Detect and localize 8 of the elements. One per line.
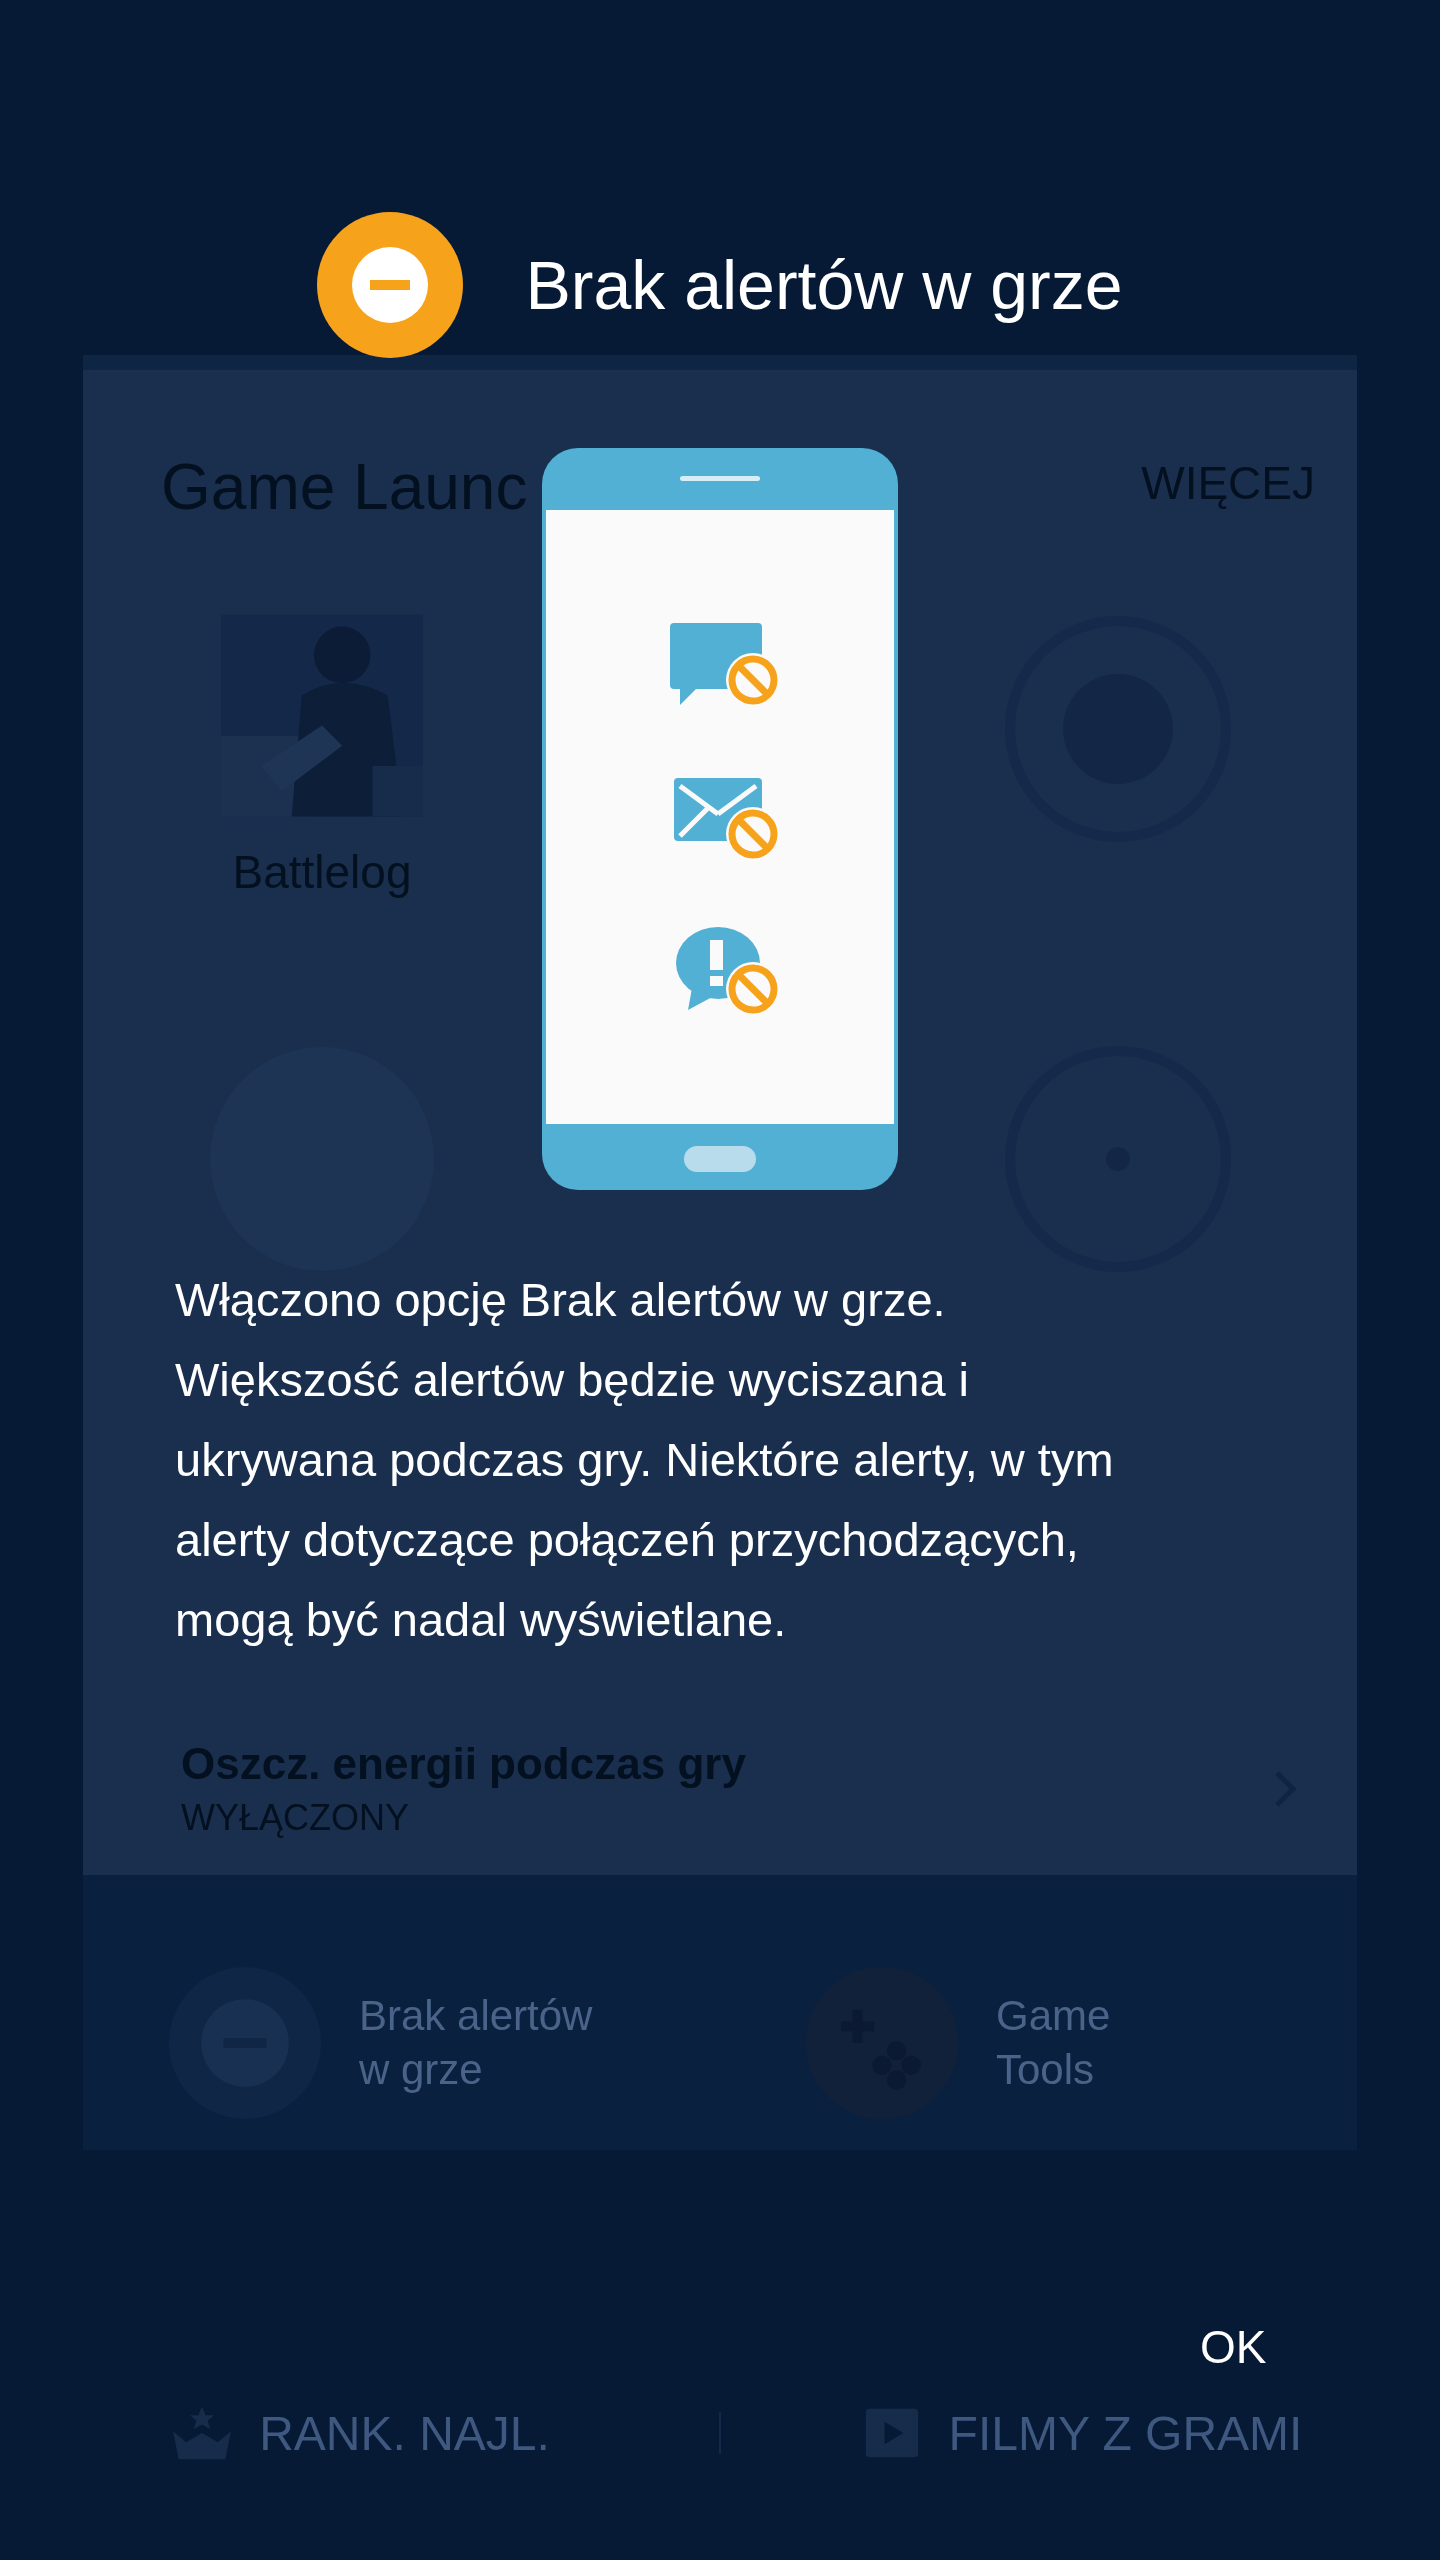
nav-tab[interactable]: RANK. NAJL. [0,2405,719,2461]
nav-tab[interactable]: FILMY Z GRAMI [721,2405,1440,2461]
ok-button[interactable]: OK [1190,2310,1277,2384]
dialog-title: Brak alertów w grze [525,246,1123,324]
dialog-message: Włączono opcję Brak alertów w grze. Większość alertów będzie wyciszana i ukrywana podczas gry. Niektóre alerty, w tym alerty dotyczące połączeń przychodzących, mogą być nadal wyświetlane. [175,1272,1115,1648]
minus-icon [317,212,464,358]
action-label: Brak alertów w grze [359,1990,593,2095]
action-label: Game Tools [996,1990,1111,2095]
